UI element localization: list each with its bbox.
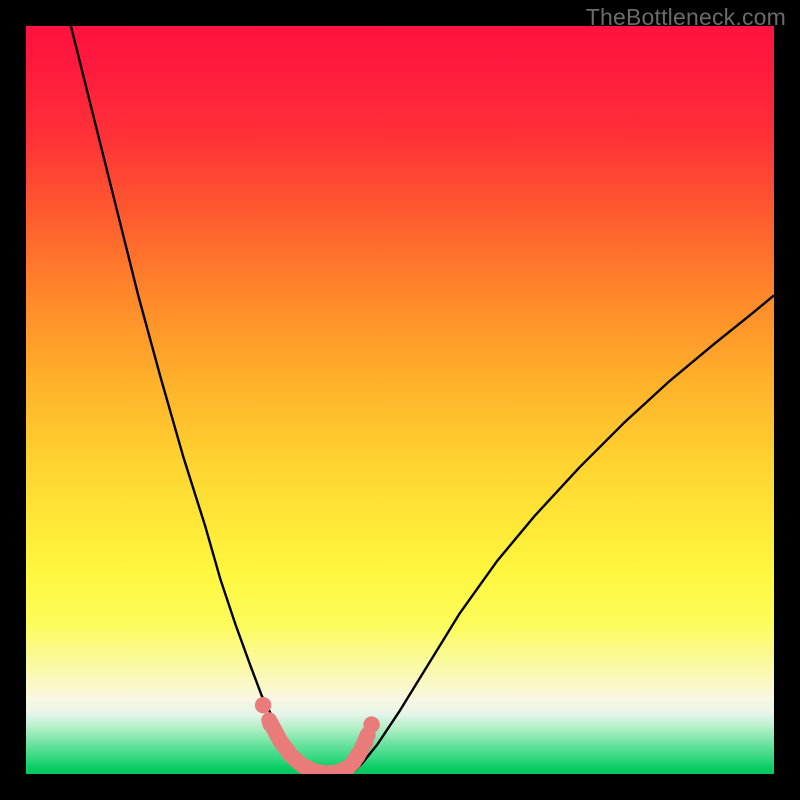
series-right-branch <box>348 295 774 774</box>
chart-frame: TheBottleneck.com <box>0 0 800 800</box>
watermark-text: TheBottleneck.com <box>586 4 786 31</box>
bead-point-1 <box>262 716 278 732</box>
curve-svg <box>26 26 774 774</box>
plot-area <box>26 26 774 774</box>
series-bottom-segment <box>269 720 368 773</box>
bead-point-3 <box>357 734 373 750</box>
series-left-branch <box>71 26 322 774</box>
bead-point-4 <box>363 716 379 732</box>
bead-point-0 <box>255 697 271 713</box>
